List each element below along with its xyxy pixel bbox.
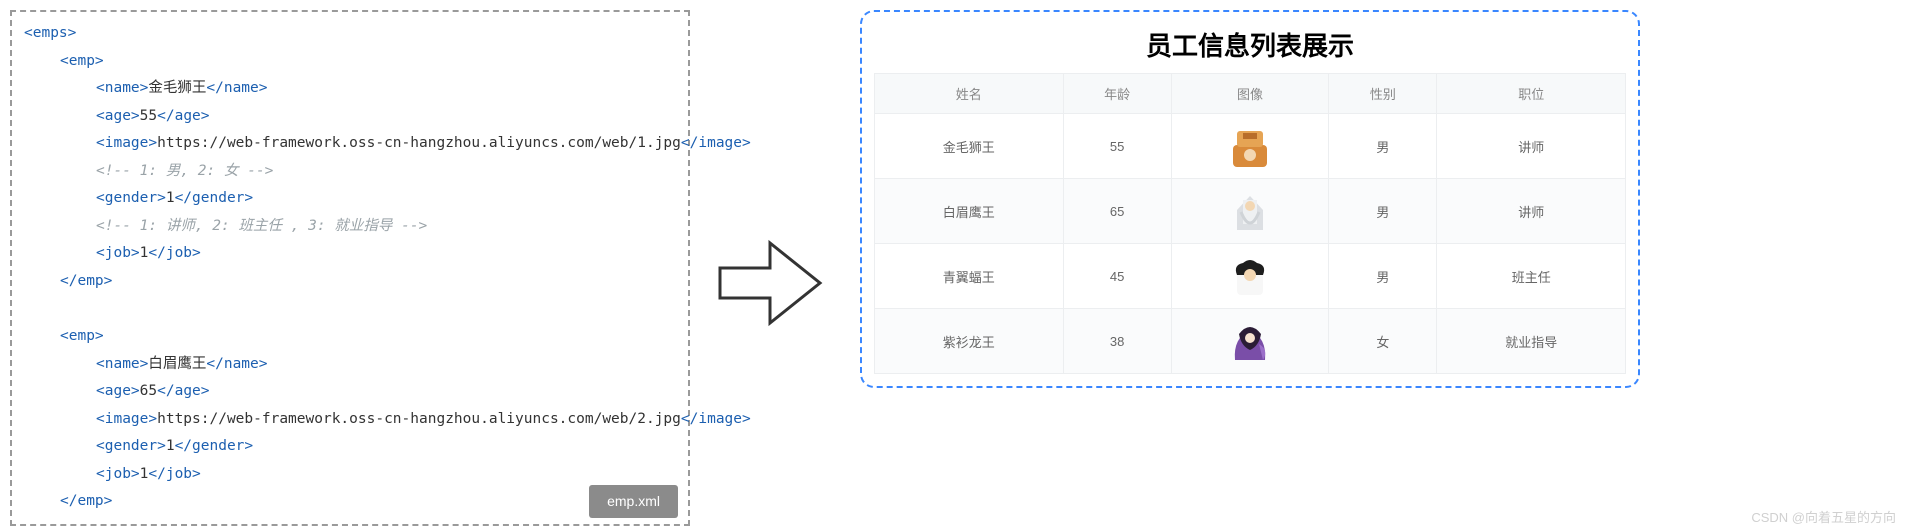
xml-tag: <job> bbox=[96, 245, 140, 261]
xml-tag: </job> bbox=[148, 466, 200, 482]
xml-filename-label: emp.xml bbox=[589, 485, 678, 518]
xml-tag: </image> bbox=[681, 411, 751, 427]
employee-table-panel: 员工信息列表展示 姓名 年龄 图像 性别 职位 金毛狮王55男讲师白眉鹰王65男… bbox=[860, 10, 1640, 388]
table-header-row: 姓名 年龄 图像 性别 职位 bbox=[875, 74, 1626, 114]
xml-tag: </age> bbox=[157, 108, 209, 124]
xml-value: 65 bbox=[140, 383, 157, 399]
cell-gender: 男 bbox=[1329, 114, 1437, 179]
xml-source-panel: <emps> <emp> <name>金毛狮王</name> <age>55</… bbox=[10, 10, 690, 526]
cell-gender: 女 bbox=[1329, 309, 1437, 374]
xml-value: 白眉鹰王 bbox=[148, 356, 206, 372]
xml-tag: </name> bbox=[206, 80, 267, 96]
col-name: 姓名 bbox=[875, 74, 1064, 114]
xml-tag: </gender> bbox=[175, 190, 254, 206]
watermark-text: CSDN @向着五星的方向 bbox=[1751, 507, 1896, 526]
xml-value: 1 bbox=[166, 190, 175, 206]
xml-tag: <image> bbox=[96, 135, 157, 151]
xml-tag: <name> bbox=[96, 80, 148, 96]
cell-age: 45 bbox=[1063, 244, 1171, 309]
table-row: 青翼蝠王45 男班主任 bbox=[875, 244, 1626, 309]
cell-job: 就业指导 bbox=[1437, 309, 1626, 374]
cell-name: 青翼蝠王 bbox=[875, 244, 1064, 309]
cell-avatar bbox=[1171, 179, 1329, 244]
xml-comment: <!-- 1: 讲师, 2: 班主任 , 3: 就业指导 --> bbox=[24, 213, 427, 241]
cell-job: 讲师 bbox=[1437, 114, 1626, 179]
cell-gender: 男 bbox=[1329, 244, 1437, 309]
cell-avatar bbox=[1171, 114, 1329, 179]
xml-tag: <gender> bbox=[96, 190, 166, 206]
cell-name: 紫衫龙王 bbox=[875, 309, 1064, 374]
table-row: 白眉鹰王65 男讲师 bbox=[875, 179, 1626, 244]
xml-tag: </gender> bbox=[175, 438, 254, 454]
cell-job: 讲师 bbox=[1437, 179, 1626, 244]
cell-age: 55 bbox=[1063, 114, 1171, 179]
xml-tag: </name> bbox=[206, 356, 267, 372]
xml-tag: <image> bbox=[96, 411, 157, 427]
xml-tag: <gender> bbox=[96, 438, 166, 454]
cell-avatar bbox=[1171, 244, 1329, 309]
xml-tag: <age> bbox=[96, 383, 140, 399]
cell-name: 金毛狮王 bbox=[875, 114, 1064, 179]
employee-table: 姓名 年龄 图像 性别 职位 金毛狮王55男讲师白眉鹰王65男讲师青翼蝠王45男… bbox=[874, 73, 1626, 374]
avatar-icon bbox=[1229, 125, 1271, 167]
avatar-icon bbox=[1229, 320, 1271, 362]
xml-value: https://web-framework.oss-cn-hangzhou.al… bbox=[157, 411, 681, 427]
table-title: 员工信息列表展示 bbox=[874, 26, 1626, 63]
xml-tag: </image> bbox=[681, 135, 751, 151]
xml-tag: </age> bbox=[157, 383, 209, 399]
cell-avatar bbox=[1171, 309, 1329, 374]
col-gender: 性别 bbox=[1329, 74, 1437, 114]
xml-tag: <emp> bbox=[60, 53, 104, 69]
xml-value: 金毛狮王 bbox=[148, 80, 206, 96]
xml-tag: <job> bbox=[96, 466, 140, 482]
xml-value: https://web-framework.oss-cn-hangzhou.al… bbox=[157, 135, 681, 151]
xml-tag: <name> bbox=[96, 356, 148, 372]
xml-tag: </emp> bbox=[60, 493, 112, 509]
col-avatar: 图像 bbox=[1171, 74, 1329, 114]
cell-gender: 男 bbox=[1329, 179, 1437, 244]
xml-comment: <!-- 1: 男, 2: 女 --> bbox=[24, 158, 273, 186]
xml-value: 1 bbox=[166, 438, 175, 454]
cell-age: 65 bbox=[1063, 179, 1171, 244]
col-age: 年龄 bbox=[1063, 74, 1171, 114]
xml-tag: <age> bbox=[96, 108, 140, 124]
xml-tag: </job> bbox=[148, 245, 200, 261]
cell-job: 班主任 bbox=[1437, 244, 1626, 309]
table-row: 紫衫龙王38 女就业指导 bbox=[875, 309, 1626, 374]
xml-tag: <emps> bbox=[24, 25, 76, 41]
avatar-icon bbox=[1229, 190, 1271, 232]
avatar-icon bbox=[1229, 255, 1271, 297]
xml-value: 55 bbox=[140, 108, 157, 124]
cell-age: 38 bbox=[1063, 309, 1171, 374]
xml-tag: </emp> bbox=[60, 273, 112, 289]
arrow-icon bbox=[710, 203, 830, 333]
cell-name: 白眉鹰王 bbox=[875, 179, 1064, 244]
table-row: 金毛狮王55 男讲师 bbox=[875, 114, 1626, 179]
xml-tag: <emp> bbox=[60, 328, 104, 344]
col-job: 职位 bbox=[1437, 74, 1626, 114]
